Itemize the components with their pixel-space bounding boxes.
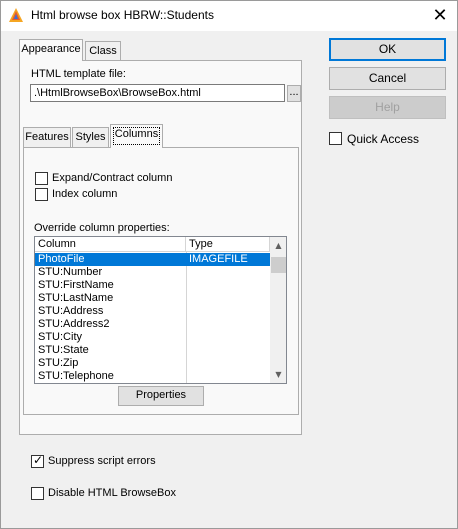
quick-access-label: Quick Access [347,132,420,146]
list-item[interactable]: STU:Zip [35,357,270,370]
list-item-type: IMAGEFILE [189,253,248,265]
list-item[interactable]: STU:Telephone [35,370,270,383]
scroll-down-icon[interactable]: ▼ [270,366,286,383]
column-properties-list[interactable]: Column Type PhotoFile IMAGEFILE STU:Number… [34,236,287,384]
tab-features[interactable]: Features [23,127,71,147]
list-item[interactable]: STU:City [35,331,270,344]
index-column-label: Index column [52,188,118,200]
scroll-up-icon[interactable]: ▲ [270,237,286,254]
list-item[interactable]: PhotoFile IMAGEFILE [35,253,270,266]
list-item[interactable]: STU:State [35,344,270,357]
list-item-column: STU:LastName [38,292,114,304]
list-item-column: STU:Address2 [38,318,110,330]
template-file-input[interactable]: .\HtmlBrowseBox\BrowseBox.html [30,84,285,102]
close-button[interactable]: ✕ [425,4,455,26]
list-scrollbar[interactable]: ▲ ▼ [270,237,286,383]
list-item-column: STU:Address [38,305,104,317]
tab-appearance[interactable]: Appearance [19,39,83,61]
list-item[interactable]: STU:Address2 [35,318,270,331]
list-item-column: STU:State [38,344,89,356]
list-item-column: STU:FirstName [38,279,114,291]
cancel-button[interactable]: Cancel [329,67,446,90]
disable-browsebox-checkbox[interactable] [31,487,44,500]
list-item[interactable]: STU:Address [35,305,270,318]
tab-columns[interactable]: Columns [110,124,163,148]
window-title: Html browse box HBRW::Students [31,8,214,22]
tab-styles-label: Styles [75,131,106,143]
expand-contract-checkbox[interactable] [35,172,48,185]
ok-button[interactable]: OK [329,38,446,61]
help-button-label: Help [375,100,400,114]
tab-class[interactable]: Class [85,41,121,60]
column-header-column[interactable]: Column [35,237,186,252]
list-item-column: STU:City [38,331,82,343]
help-button[interactable]: Help [329,96,446,119]
list-item-column: STU:Number [38,266,103,278]
list-item-column: STU:Zip [38,357,79,369]
disable-browsebox-label: Disable HTML BrowseBox [48,487,176,499]
dialog-window: Html browse box HBRW::Students ✕ Appeara… [0,0,458,529]
tab-class-label: Class [89,45,117,57]
ok-button-label: OK [378,42,397,56]
list-header: Column Type [35,237,270,252]
list-item-column: PhotoFile [38,253,85,265]
tab-features-label: Features [25,131,69,143]
scroll-thumb[interactable] [271,257,286,273]
quick-access-checkbox[interactable] [329,132,342,145]
close-icon: ✕ [432,5,448,25]
list-item[interactable]: STU:LastName [35,292,270,305]
tab-appearance-label: Appearance [21,43,81,55]
suppress-script-errors-checkbox[interactable] [31,453,44,468]
template-file-label: HTML template file: [31,68,126,80]
tab-columns-label: Columns [114,128,159,140]
list-item-column: STU:Telephone [38,370,114,382]
suppress-script-errors-label: Suppress script errors [48,455,156,467]
properties-button[interactable]: Properties [118,386,204,406]
properties-button-label: Properties [135,389,187,401]
expand-contract-label: Expand/Contract column [52,172,173,184]
override-properties-label: Override column properties: [34,222,170,234]
title-bar: Html browse box HBRW::Students ✕ [1,1,457,31]
browse-button-label: ... [289,86,299,98]
column-header-type[interactable]: Type [186,237,270,252]
list-item[interactable]: STU:Number [35,266,270,279]
app-logo-icon [9,8,23,22]
browse-template-button[interactable]: ... [287,85,301,102]
cancel-button-label: Cancel [368,71,407,85]
list-item[interactable]: STU:FirstName [35,279,270,292]
index-column-checkbox[interactable] [35,188,48,201]
tab-styles[interactable]: Styles [72,127,109,147]
